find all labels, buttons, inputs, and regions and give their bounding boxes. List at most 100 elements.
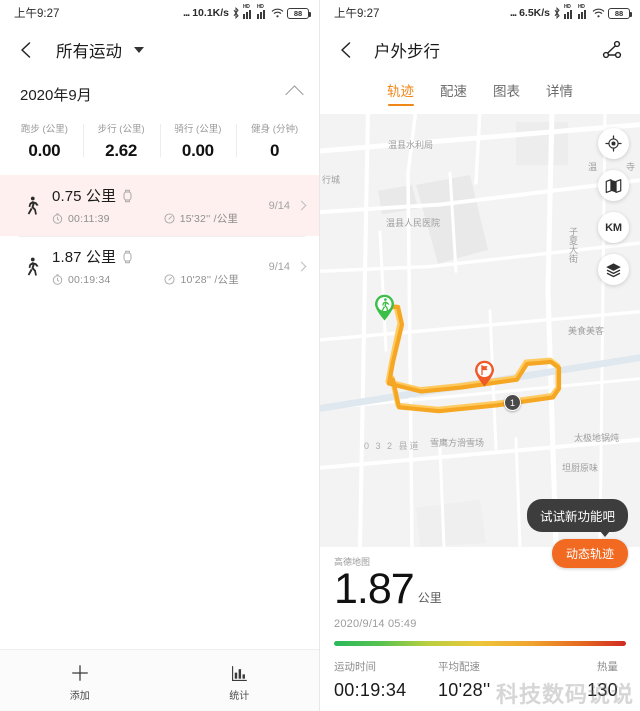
activity-date-group: 9/14: [268, 260, 307, 273]
tab-pace[interactable]: 配速: [440, 80, 467, 106]
activity-pace: 15'32'' /公里: [179, 213, 239, 225]
app-bar-left: 所有运动: [0, 26, 319, 74]
activity-duration: 00:11:39: [68, 212, 110, 225]
bottom-navigation: 添加 统计: [0, 649, 319, 711]
pace-gradient-bar: [334, 641, 626, 646]
status-time: 上午9:27: [334, 8, 380, 20]
stat-value: 0.00: [181, 141, 214, 160]
back-arrow-icon[interactable]: [16, 39, 38, 61]
nav-item-stats[interactable]: 统计: [160, 660, 320, 702]
watch-icon: [122, 250, 133, 264]
speedometer-icon: [164, 213, 175, 224]
activity-row-1[interactable]: 0.75 公里 00:11:39 15'32'' /公里 9/14: [0, 175, 319, 236]
layers-icon[interactable]: [598, 254, 629, 285]
activity-headline: 1.87 公里: [52, 246, 269, 267]
activity-list-screen: 上午9:27 ... 10.1K/s HD HD 88 所有运动 2020年9月…: [0, 0, 320, 711]
status-icons: ... 10.1K/s HD HD 88: [183, 4, 311, 19]
map-label: 行城: [322, 175, 341, 185]
activity-pace: 10'28'' /公里: [180, 274, 239, 286]
chevron-right-icon[interactable]: [296, 261, 307, 272]
signal-icon-2: HD: [578, 4, 589, 19]
nav-label: 统计: [229, 690, 250, 702]
locate-icon[interactable]: [598, 128, 629, 159]
status-time: 上午9:27: [14, 8, 60, 20]
status-bar-right: 上午9:27 ... 6.5K/s HD HD 88: [320, 0, 640, 26]
metric-duration: 运动时间 00:19:34: [334, 659, 424, 701]
signal-icon-2: HD: [257, 4, 268, 19]
status-icons: ... 6.5K/s HD HD 88: [509, 4, 632, 19]
stat-label: 健身 (分钟): [251, 124, 299, 135]
watch-icon: [122, 189, 133, 203]
metric-label: 平均配速: [438, 661, 480, 673]
network-speed: 10.1K/s: [192, 7, 229, 19]
bar-chart-icon: [231, 665, 247, 681]
activity-metrics: 00:11:39 15'32'' /公里: [52, 211, 269, 226]
walking-person-icon: [18, 195, 44, 217]
promo-group: 试试新功能吧 动态轨迹: [526, 499, 628, 568]
km-toggle[interactable]: KM: [598, 212, 629, 243]
map-label: 太极地锅炖: [574, 433, 620, 443]
map-controls: KM: [598, 128, 629, 285]
back-arrow-icon[interactable]: [336, 39, 358, 61]
activity-row-2[interactable]: 1.87 公里 00:19:34 10'28'' /公里 9/14: [0, 236, 319, 297]
stat-value: 0.00: [28, 141, 61, 160]
activity-datetime: 2020/9/14 05:49: [334, 618, 417, 630]
activity-summary: 试试新功能吧 动态轨迹 高德地图 1.87 公里 2020/9/14 05:49…: [320, 499, 640, 711]
page-title: 所有运动: [56, 43, 122, 61]
tab-track[interactable]: 轨迹: [387, 80, 414, 106]
total-distance: 1.87 公里: [334, 568, 626, 611]
metric-label: 热量: [597, 661, 618, 673]
activity-pace-metric: 15'32'' /公里: [164, 211, 238, 226]
status-dots: ...: [509, 7, 517, 19]
metric-value: 00:19:34: [334, 680, 407, 700]
stat-cycling: 骑行 (公里) 0.00: [159, 121, 237, 161]
activity-distance: 0.75 公里: [52, 188, 117, 205]
tab-details[interactable]: 详情: [546, 80, 573, 106]
stat-walking: 步行 (公里) 2.62: [82, 121, 160, 161]
activity-detail-screen: 上午9:27 ... 6.5K/s HD HD 88 户外步行 轨迹 配速 图表…: [320, 0, 640, 711]
bluetooth-icon: [232, 7, 240, 19]
promo-tooltip: 试试新功能吧: [526, 499, 628, 537]
kilometer-marker[interactable]: 1: [504, 394, 521, 411]
map-label: 坦厨原味: [562, 463, 599, 473]
month-header[interactable]: 2020年9月: [0, 74, 319, 117]
battery-icon: 88: [608, 7, 632, 19]
summary-metrics: 运动时间 00:19:34 平均配速 10'28'' 热量 130: [334, 659, 626, 701]
activity-metrics: 00:19:34 10'28'' /公里: [52, 272, 269, 287]
nav-item-add[interactable]: 添加: [0, 659, 160, 702]
start-walk-marker[interactable]: [374, 294, 395, 321]
distance-value: 1.87: [334, 565, 415, 613]
route-map[interactable]: 行城 温县水利局 温 寺 温县人民医院 子夏大街 美食美客 0 3 2 县道 雪…: [320, 114, 640, 547]
map-label: 子夏大街: [568, 227, 578, 263]
metric-value: 10'28'': [438, 680, 491, 700]
signal-icon-1: HD: [564, 4, 575, 19]
app-bar-right: 户外步行: [320, 26, 640, 74]
bluetooth-icon: [553, 7, 561, 19]
metric-calories: 热量 130: [528, 659, 626, 701]
share-icon[interactable]: [600, 38, 624, 62]
activity-pace-metric: 10'28'' /公里: [164, 272, 239, 287]
battery-icon: 88: [287, 7, 311, 19]
activity-date: 9/14: [268, 199, 290, 212]
chevron-right-icon[interactable]: [296, 200, 307, 211]
finish-flag-marker[interactable]: [474, 360, 495, 387]
tab-charts[interactable]: 图表: [493, 80, 520, 106]
activity-list: 0.75 公里 00:11:39 15'32'' /公里 9/14 1.87 公…: [0, 175, 319, 649]
monthly-stats: 跑步 (公里) 0.00 步行 (公里) 2.62 骑行 (公里) 0.00 健…: [0, 117, 319, 175]
status-bar-left: 上午9:27 ... 10.1K/s HD HD 88: [0, 0, 319, 26]
stat-label: 步行 (公里): [97, 124, 145, 135]
caret-down-icon[interactable]: [134, 47, 144, 53]
walking-person-icon: [18, 256, 44, 278]
activity-duration-metric: 00:11:39: [52, 213, 110, 225]
metric-value: 130: [587, 680, 618, 700]
map-icon[interactable]: [598, 170, 629, 201]
activity-details: 1.87 公里 00:19:34 10'28'' /公里: [52, 246, 269, 287]
stat-label: 跑步 (公里): [20, 124, 68, 135]
status-dots: ...: [183, 7, 190, 19]
activity-date: 9/14: [268, 260, 290, 273]
stat-value: 0: [270, 141, 280, 160]
dynamic-track-button[interactable]: 动态轨迹: [551, 539, 628, 568]
stat-label: 骑行 (公里): [174, 124, 222, 135]
chevron-up-icon[interactable]: [285, 85, 304, 104]
map-label: 雪鹰方滑雪场: [430, 438, 485, 448]
